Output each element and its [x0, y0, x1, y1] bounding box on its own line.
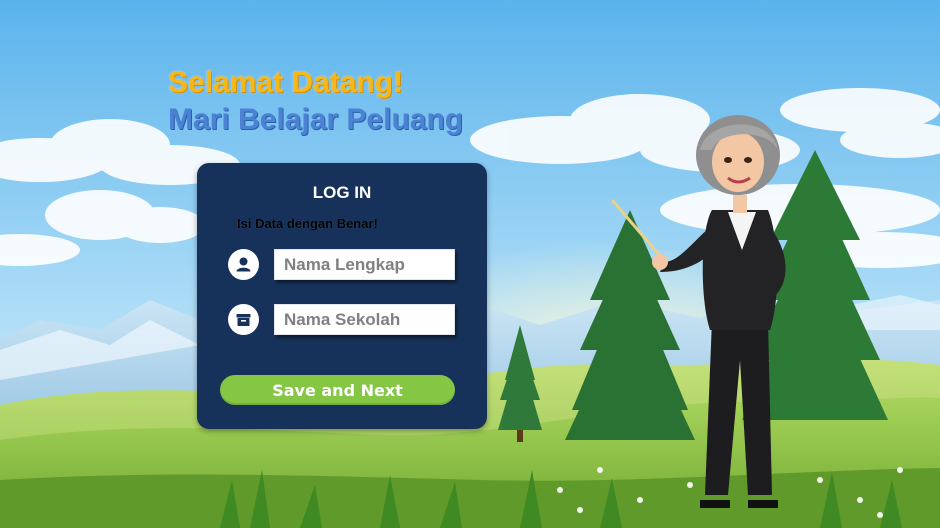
full-name-input[interactable] — [274, 249, 455, 280]
save-and-next-button[interactable]: Save and Next — [220, 375, 455, 405]
subtitle-heading: Mari Belajar Peluang — [168, 103, 464, 136]
user-icon — [228, 249, 259, 280]
login-instruction: Isi Data dengan Benar! — [237, 216, 378, 231]
login-panel: LOG IN Isi Data dengan Benar! Save and N… — [197, 163, 487, 429]
school-name-input[interactable] — [274, 304, 455, 335]
archive-box-icon — [228, 304, 259, 335]
login-title: LOG IN — [312, 183, 372, 202]
welcome-heading: Selamat Datang! — [168, 66, 404, 99]
